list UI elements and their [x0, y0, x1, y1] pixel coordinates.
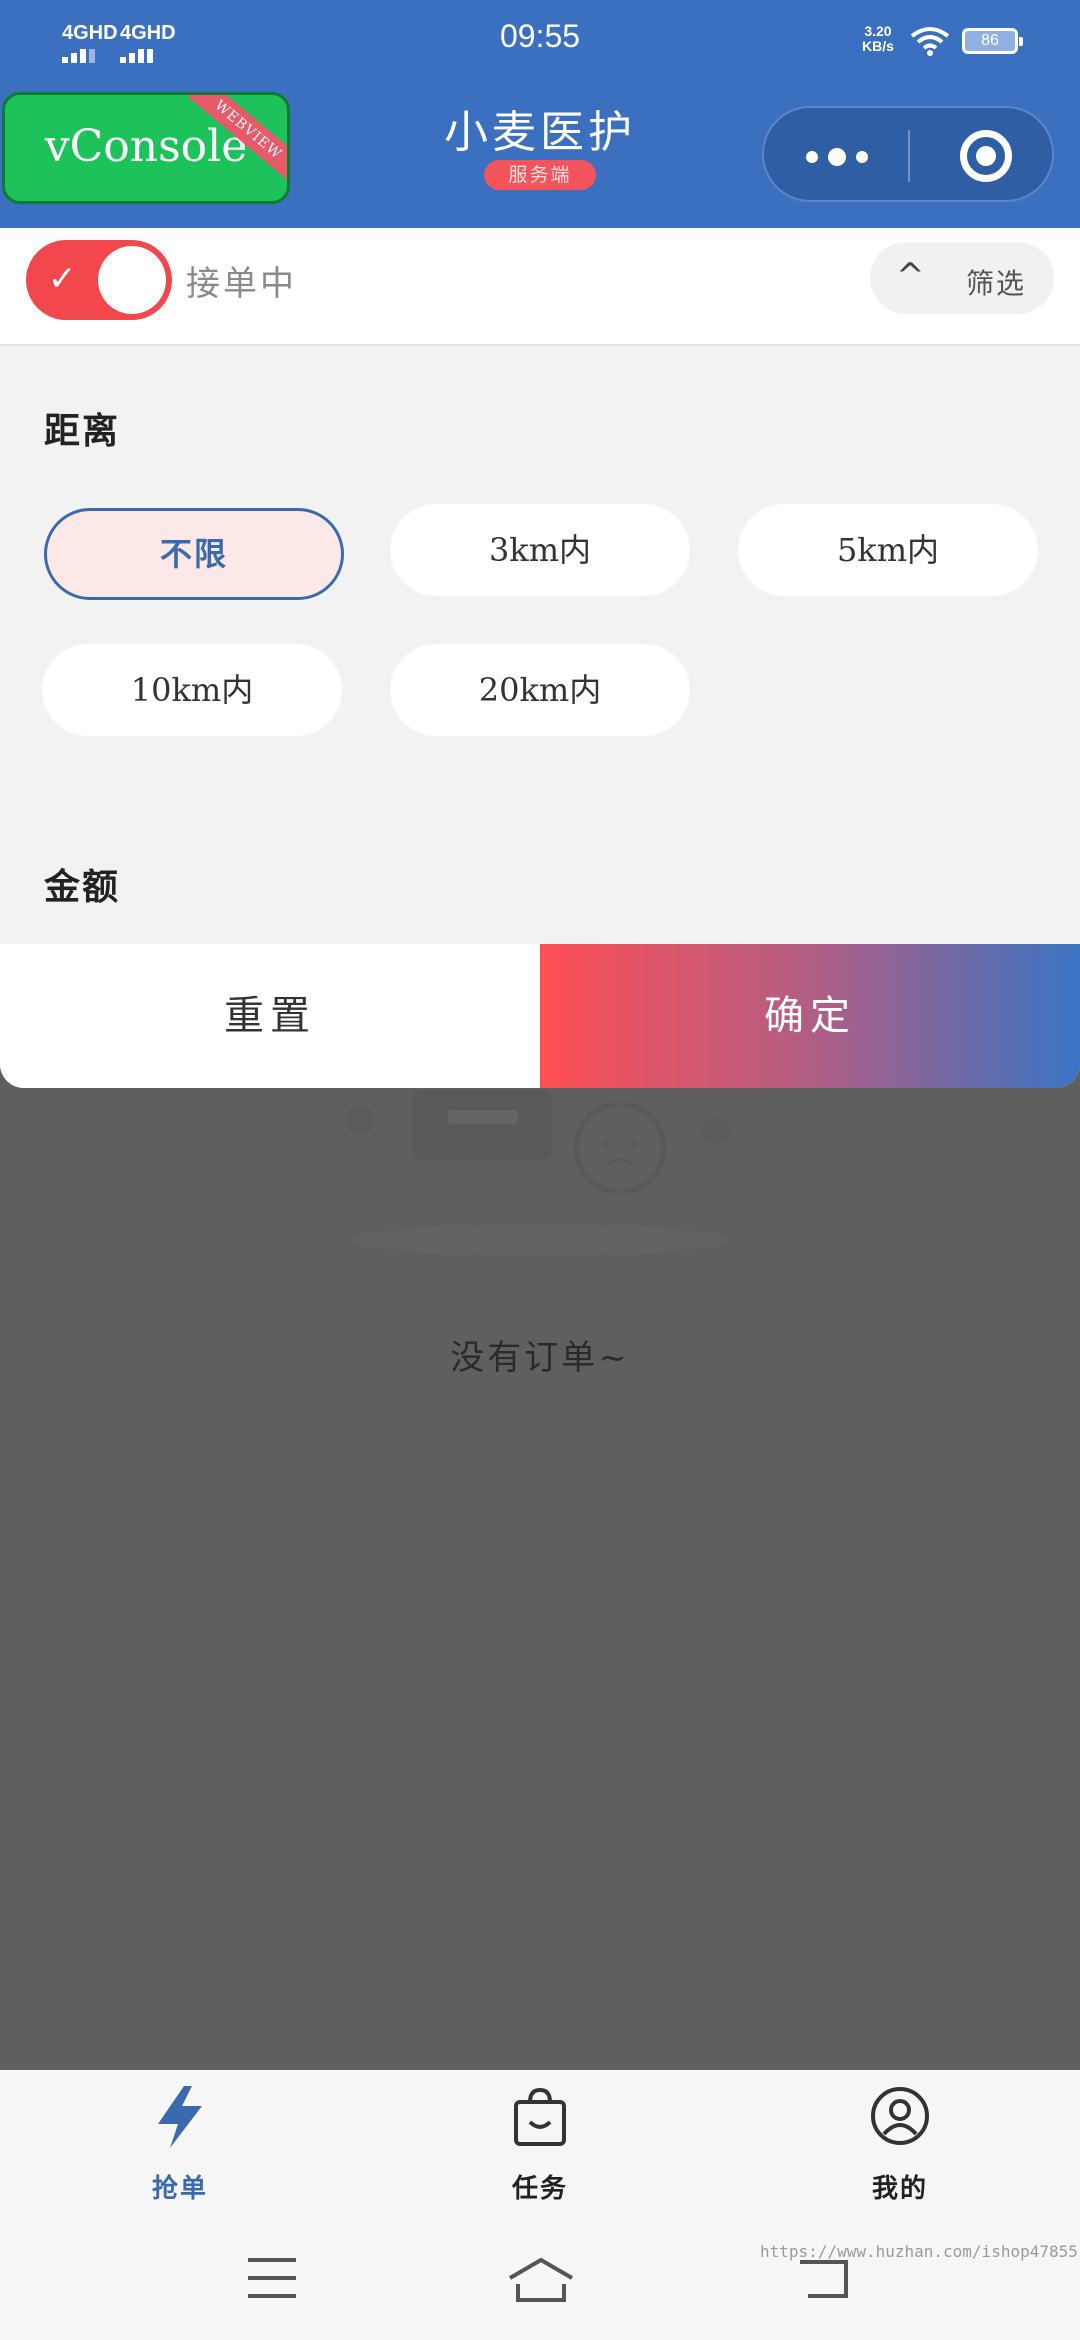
battery-icon: 86 — [962, 28, 1023, 54]
toggle-knob — [98, 246, 166, 314]
network-speed: 3.20 KB/s — [862, 24, 894, 54]
accept-orders-toggle[interactable]: ✓ — [26, 240, 172, 320]
tab-mine[interactable]: 我的 — [720, 2070, 1080, 2220]
filter-panel: 距离 不限 3km内 5km内 10km内 20km内 金额 — [0, 346, 1080, 946]
filter-button[interactable]: ^ 筛选 — [870, 242, 1054, 314]
battery-level: 86 — [981, 32, 999, 49]
network-speed-value: 3.20 — [864, 23, 892, 39]
tab-label: 我的 — [871, 2174, 928, 2204]
menu-icon[interactable] — [246, 2256, 298, 2300]
back-icon[interactable] — [796, 2256, 852, 2300]
distance-option-3km[interactable]: 3km内 — [390, 504, 690, 596]
mini-program-capsule — [762, 106, 1054, 202]
confirm-button[interactable]: 确定 — [540, 944, 1080, 1088]
shopping-bag-icon — [514, 2087, 566, 2146]
tab-tasks[interactable]: 任务 — [360, 2070, 720, 2220]
more-dots-icon[interactable] — [806, 148, 868, 166]
network-speed-unit: KB/s — [862, 38, 894, 54]
target-circle-icon[interactable] — [960, 130, 1012, 182]
wifi-icon — [910, 27, 950, 56]
watermark-text: https://www.huzhan.com/ishop47855 — [760, 2242, 1078, 2261]
user-circle-icon — [871, 2087, 929, 2145]
distance-title: 距离 — [44, 410, 121, 452]
lightning-icon — [158, 2086, 202, 2148]
capsule-divider — [908, 130, 910, 182]
tab-label: 任务 — [511, 2174, 568, 2204]
tab-grab-orders[interactable]: 抢单 — [0, 2070, 360, 2220]
status-bar: 4GHD 4GHD 09:55 3.20 KB/s 86 — [0, 0, 1080, 80]
service-badge: 服务端 — [484, 160, 596, 190]
tab-label: 抢单 — [151, 2174, 208, 2204]
empty-orders-illustration — [346, 1090, 730, 1256]
filter-label: 筛选 — [966, 267, 1027, 300]
bottom-tab-bar: 抢单 任务 我的 — [0, 2070, 1080, 2220]
reset-button[interactable]: 重置 — [0, 944, 540, 1088]
distance-option-20km[interactable]: 20km内 — [390, 644, 690, 736]
distance-option-10km[interactable]: 10km内 — [42, 644, 342, 736]
toggle-label: 接单中 — [186, 264, 297, 304]
chevron-up-icon: ^ — [896, 256, 925, 296]
empty-state-text: 没有订单~ — [450, 1338, 630, 1378]
app-header: 4GHD 4GHD 09:55 3.20 KB/s 86 vConsole WE… — [0, 0, 1080, 228]
amount-title: 金额 — [44, 866, 121, 908]
check-icon: ✓ — [48, 259, 77, 299]
filter-actions: 重置 确定 — [0, 944, 1080, 1088]
order-toolbar: ✓ 接单中 ^ 筛选 — [0, 228, 1080, 346]
home-icon[interactable] — [506, 2256, 576, 2304]
system-nav-bar — [0, 2220, 1080, 2340]
distance-option-unlimited[interactable]: 不限 — [44, 508, 344, 600]
distance-option-5km[interactable]: 5km内 — [738, 504, 1038, 596]
